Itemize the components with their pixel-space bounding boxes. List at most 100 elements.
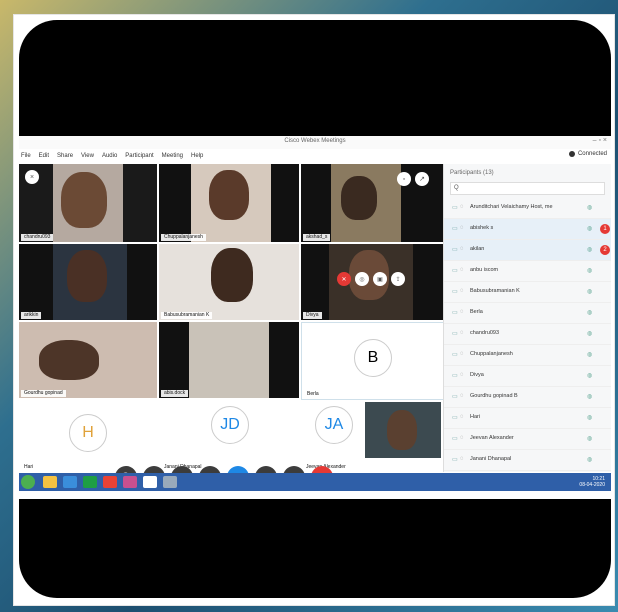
menu-view[interactable]: View — [81, 153, 94, 159]
mic-icon[interactable]: ◍ — [587, 456, 592, 463]
participant-row[interactable]: ▭ ◌ Gourdhu gopinad B ◍ — [444, 387, 611, 408]
app-icon[interactable] — [83, 476, 97, 488]
participant-row[interactable]: ▭ ◌ Babusubramanian K ◍ — [444, 282, 611, 303]
mic-icon[interactable]: ◍ — [587, 330, 592, 337]
participant-row[interactable]: ▭ ◌ Chuppalanjanesh ◍ — [444, 345, 611, 366]
share-icon[interactable]: ⇪ — [391, 272, 405, 286]
avatar: B — [354, 339, 392, 377]
participant-search[interactable]: Q — [450, 182, 605, 195]
explorer-icon[interactable] — [43, 476, 57, 488]
mic-icon[interactable]: ◍ — [587, 267, 592, 274]
participant-row[interactable]: ▭ ◌ Jeevan Alexander ◍ — [444, 429, 611, 450]
video-tile[interactable]: Babusubramanian K — [159, 244, 299, 320]
participant-row[interactable]: ▭ ◌ akilan ◍ 2 — [444, 240, 611, 261]
video-tile[interactable]: H Hari — [19, 400, 157, 472]
expand-icon[interactable]: ↗ — [415, 172, 429, 186]
video-tile[interactable]: Chuppalanjanesh — [159, 164, 299, 242]
chrome-icon[interactable] — [103, 476, 117, 488]
video-tile[interactable]: abis.dock — [159, 322, 299, 398]
participant-name: Hari — [470, 414, 481, 420]
tile-label: akshad_s — [303, 234, 331, 241]
tile-label: Gourdhu gopinad — [21, 390, 66, 397]
audio-status-icon: ◌ — [460, 372, 464, 378]
video-tile[interactable]: ✕ ◎ ▣ ⇪ Divya — [301, 244, 443, 320]
audio-status-icon: ◌ — [460, 204, 464, 210]
participant-row[interactable]: ▭ ◌ Hari ◍ — [444, 408, 611, 429]
webex-icon[interactable] — [143, 476, 157, 488]
video-tile[interactable]: ▫ ↗ akshad_s — [301, 164, 443, 242]
participant-row[interactable]: ▭ ◌ Janani Dhanapal ◍ — [444, 450, 611, 471]
window-controls[interactable]: – ▫ × — [593, 137, 607, 144]
connection-label: Connected — [577, 151, 607, 157]
participant-row[interactable]: ▭ ◌ Arunditchari Velaichamy Host, me ◍ — [444, 198, 611, 219]
video-status-icon: ▭ — [452, 394, 458, 400]
end-call-icon[interactable]: ✕ — [337, 272, 351, 286]
avatar: JD — [211, 406, 249, 444]
menu-file[interactable]: File — [21, 153, 31, 159]
video-status-icon: ▭ — [452, 226, 458, 232]
hand-raise-badge: 1 — [600, 224, 610, 234]
tile-label: chandru093 — [21, 234, 54, 241]
tile-label: Berla — [304, 391, 322, 398]
tile-label: arikkin — [21, 312, 42, 319]
video-status-icon: ▭ — [452, 205, 458, 211]
mic-icon[interactable]: ◍ — [587, 435, 592, 442]
hand-raise-badge: 2 — [600, 245, 610, 255]
title-bar: Cisco Webex Meetings – ▫ × — [19, 136, 611, 149]
participants-panel: Participants (13) Q ▭ ◌ Arunditchari Velai… — [443, 164, 611, 472]
participant-row[interactable]: ▭ ◌ abishek s ◍ 1 — [444, 219, 611, 240]
connection-status[interactable]: Connected — [568, 151, 607, 157]
audio-status-icon: ◌ — [460, 351, 464, 357]
start-button[interactable] — [21, 475, 35, 489]
video-status-icon: ▭ — [452, 415, 458, 421]
participant-row[interactable]: ▭ ◌ Berla ◍ — [444, 303, 611, 324]
participant-row[interactable]: ▭ ◌ Divya ◍ — [444, 366, 611, 387]
video-status-icon: ▭ — [452, 289, 458, 295]
menu-meeting[interactable]: Meeting — [162, 153, 183, 159]
app-icon[interactable] — [163, 476, 177, 488]
mic-icon[interactable]: ◍ — [587, 372, 592, 379]
video-status-icon: ▭ — [452, 268, 458, 274]
audio-status-icon: ◌ — [460, 393, 464, 399]
video-tile[interactable]: × chandru093 — [19, 164, 157, 242]
mic-icon[interactable]: ◍ — [587, 351, 592, 358]
video-tile[interactable]: Gourdhu gopinad — [19, 322, 157, 398]
participant-row[interactable]: ▭ ◌ chandru093 ◍ — [444, 324, 611, 345]
self-view[interactable] — [365, 402, 441, 458]
mic-icon[interactable]: ◍ — [587, 246, 592, 253]
menu-edit[interactable]: Edit — [39, 153, 49, 159]
tile-label: Babusubramanian K — [161, 312, 213, 319]
phone-screen: Cisco Webex Meetings – ▫ × File Edit Sha… — [19, 20, 611, 598]
clock-date: 08-04-2020 — [579, 482, 605, 488]
audio-status-icon: ◌ — [460, 435, 464, 441]
participant-row[interactable]: ▭ ◌ anbu iscom ◍ — [444, 261, 611, 282]
browser-icon[interactable] — [63, 476, 77, 488]
close-icon[interactable]: × — [25, 170, 39, 184]
video-tile[interactable]: JA Jeevan Alexander — [301, 400, 443, 472]
minimize-icon[interactable]: ▫ — [397, 172, 411, 186]
menu-audio[interactable]: Audio — [102, 153, 117, 159]
video-tile[interactable]: arikkin — [19, 244, 157, 320]
mic-icon[interactable]: ◍ — [587, 414, 592, 421]
video-tile[interactable]: B Berla — [301, 322, 445, 400]
mute-icon[interactable]: ◎ — [355, 272, 369, 286]
menu-bar: File Edit Share View Audio Participant M… — [19, 149, 443, 163]
taskbar-clock[interactable]: 10:21 08-04-2020 — [579, 476, 605, 488]
menu-help[interactable]: Help — [191, 153, 203, 159]
app-icon[interactable] — [123, 476, 137, 488]
video-icon[interactable]: ▣ — [373, 272, 387, 286]
video-tile[interactable]: JD Janani Dhanapal — [159, 400, 299, 472]
panel-title[interactable]: Participants (13) — [450, 170, 494, 176]
video-status-icon: ▭ — [452, 352, 458, 358]
audio-status-icon: ◌ — [460, 309, 464, 315]
participant-name: Gourdhu gopinad B — [470, 393, 518, 399]
mic-icon[interactable]: ◍ — [587, 204, 592, 211]
menu-participant[interactable]: Participant — [125, 153, 153, 159]
menu-share[interactable]: Share — [57, 153, 73, 159]
video-status-icon: ▭ — [452, 310, 458, 316]
mic-icon[interactable]: ◍ — [587, 288, 592, 295]
mic-icon[interactable]: ◍ — [587, 309, 592, 316]
mic-icon[interactable]: ◍ — [587, 393, 592, 400]
avatar: JA — [315, 406, 353, 444]
mic-icon[interactable]: ◍ — [587, 225, 592, 232]
